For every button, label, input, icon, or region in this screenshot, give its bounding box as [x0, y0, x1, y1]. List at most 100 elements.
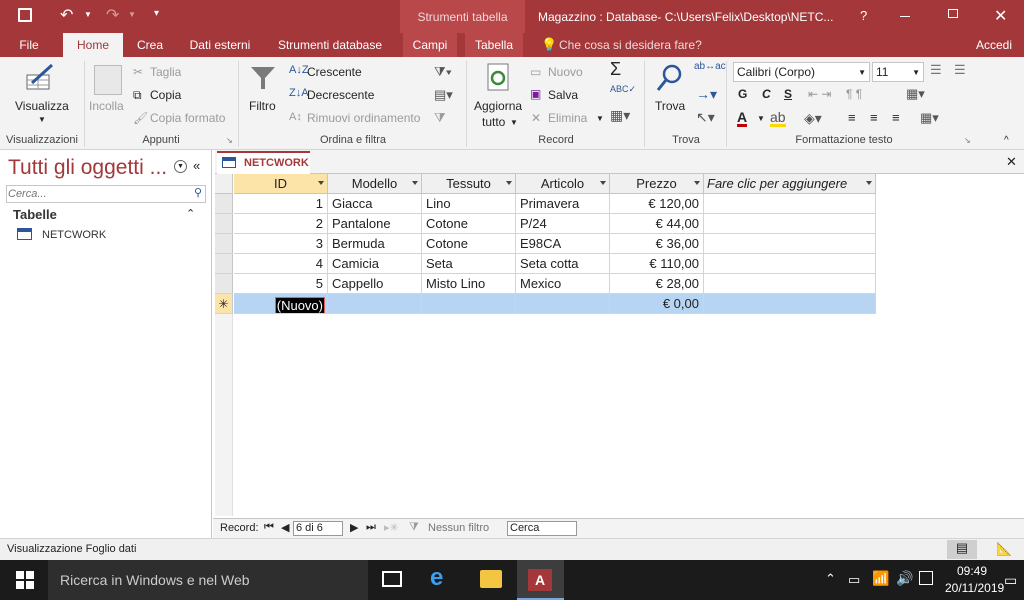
sort-descending-label[interactable]: Decrescente: [307, 88, 374, 102]
dialog-launcher-icon[interactable]: ↘: [226, 136, 233, 145]
selection-filter-icon[interactable]: ⧩▾: [434, 64, 452, 80]
refresh-all-icon[interactable]: [486, 63, 512, 93]
view-dropdown-icon[interactable]: ▼: [38, 115, 46, 124]
collapse-ribbon-icon[interactable]: ^: [1004, 135, 1009, 146]
font-color-dropdown-icon[interactable]: ▼: [757, 114, 765, 123]
view-datasheet-icon[interactable]: [24, 63, 58, 91]
nav-menu-icon[interactable]: ▼: [174, 160, 187, 173]
wifi-icon[interactable]: 📶: [872, 570, 889, 587]
paragraph-icon[interactable]: ¶ ¶: [846, 87, 862, 101]
column-header-id[interactable]: ID: [234, 174, 328, 194]
cell-empty[interactable]: [704, 214, 876, 234]
show-hidden-icons-icon[interactable]: ⌃: [825, 571, 836, 587]
cell-id[interactable]: 4: [234, 254, 328, 274]
align-right-icon[interactable]: ≡: [892, 110, 900, 125]
fill-color-icon[interactable]: ◈▾: [804, 110, 822, 127]
notifications-icon[interactable]: ▭: [1004, 572, 1017, 589]
gridlines-icon[interactable]: ▦▾: [906, 86, 925, 102]
more-records-icon[interactable]: ▦▾: [610, 107, 630, 124]
save-icon[interactable]: [18, 8, 32, 22]
spelling-icon[interactable]: ABC✓: [610, 84, 636, 95]
cell-tessuto[interactable]: Lino: [422, 194, 516, 214]
save-record-label[interactable]: Salva: [548, 88, 578, 102]
copy-icon[interactable]: ⧉: [133, 88, 142, 103]
filter-status-icon[interactable]: ⧩: [409, 521, 419, 534]
cell-tessuto[interactable]: Cotone: [422, 234, 516, 254]
cell-articolo-new[interactable]: [516, 294, 610, 314]
next-record-icon[interactable]: ▶: [350, 521, 358, 534]
collapse-section-icon[interactable]: ⌃: [186, 207, 195, 220]
record-search-field[interactable]: Cerca: [507, 521, 577, 536]
tab-file[interactable]: File: [0, 33, 58, 57]
record-selector[interactable]: [215, 214, 233, 234]
new-record-icon[interactable]: ✳: [215, 294, 233, 314]
view-button-label[interactable]: Visualizza: [15, 99, 69, 113]
input-language-icon[interactable]: [919, 571, 933, 585]
current-record-field[interactable]: 6 di 6: [293, 521, 343, 536]
previous-record-icon[interactable]: ◀: [281, 521, 289, 534]
cell-prezzo[interactable]: € 110,00: [610, 254, 704, 274]
cell-modello[interactable]: Bermuda: [328, 234, 422, 254]
undo-icon[interactable]: ↶: [60, 5, 73, 25]
taskbar-date[interactable]: 20/11/2019: [945, 581, 1004, 595]
italic-icon[interactable]: C: [762, 87, 771, 101]
taskbar-time[interactable]: 09:49: [952, 564, 992, 578]
nav-search-input[interactable]: [8, 187, 186, 201]
cell-empty[interactable]: [704, 234, 876, 254]
refresh-all-label[interactable]: Aggiorna: [474, 99, 522, 113]
cell-articolo[interactable]: E98CA: [516, 234, 610, 254]
access-taskbar-button[interactable]: A: [517, 560, 564, 600]
close-document-icon[interactable]: ✕: [1006, 154, 1017, 170]
cell-articolo[interactable]: Seta cotta: [516, 254, 610, 274]
chevron-down-icon[interactable]: [694, 181, 700, 185]
cell-articolo[interactable]: Mexico: [516, 274, 610, 294]
advanced-filter-icon[interactable]: ▤▾: [434, 87, 453, 103]
tab-strumenti-database[interactable]: Strumenti database: [268, 33, 392, 57]
column-header-tessuto[interactable]: Tessuto: [422, 174, 516, 194]
chevron-down-icon[interactable]: [600, 181, 606, 185]
file-explorer-icon[interactable]: [480, 570, 502, 588]
column-header-articolo[interactable]: Articolo: [516, 174, 610, 194]
alternate-row-color-icon[interactable]: ▦▾: [920, 110, 939, 126]
help-button[interactable]: ?: [860, 8, 867, 23]
find-icon[interactable]: [656, 63, 684, 93]
cell-tessuto-new[interactable]: [422, 294, 516, 314]
record-selector[interactable]: [215, 274, 233, 294]
cell-empty[interactable]: [704, 274, 876, 294]
filter-status-label[interactable]: Nessun filtro: [428, 522, 489, 534]
chevron-down-icon[interactable]: [506, 181, 512, 185]
chevron-down-icon[interactable]: [318, 181, 324, 185]
cell-articolo[interactable]: Primavera: [516, 194, 610, 214]
nav-search-box[interactable]: ⚲: [6, 185, 206, 203]
save-record-icon[interactable]: ▣: [530, 87, 541, 101]
font-family-select[interactable]: Calibri (Corpo) ▼: [733, 62, 870, 82]
refresh-all-label-2[interactable]: tutto: [482, 115, 505, 129]
cell-tessuto[interactable]: Misto Lino: [422, 274, 516, 294]
cell-prezzo-new[interactable]: € 0,00: [610, 294, 704, 314]
nav-item-netcwork[interactable]: NETCWORK: [42, 229, 106, 241]
undo-dropdown-icon[interactable]: ▼: [84, 10, 92, 19]
go-to-icon[interactable]: →▾: [696, 86, 717, 103]
new-record-id[interactable]: (Nuovo): [274, 297, 325, 313]
tab-dati-esterni[interactable]: Dati esterni: [180, 33, 260, 57]
align-left-icon[interactable]: ≡: [848, 110, 856, 125]
sort-ascending-label[interactable]: Crescente: [307, 65, 362, 79]
cell-empty[interactable]: [704, 194, 876, 214]
font-color-icon[interactable]: A: [737, 110, 748, 127]
cell-prezzo[interactable]: € 44,00: [610, 214, 704, 234]
cell-id[interactable]: 5: [234, 274, 328, 294]
record-selector[interactable]: [215, 254, 233, 274]
task-view-icon[interactable]: [382, 571, 402, 587]
cell-prezzo[interactable]: € 36,00: [610, 234, 704, 254]
indent-icon[interactable]: ⇤ ⇥: [808, 87, 831, 101]
ribbon-display-icon[interactable]: [900, 16, 910, 17]
select-icon[interactable]: ↖▾: [696, 109, 715, 126]
datasheet-view-icon[interactable]: ▤: [947, 540, 977, 559]
find-button-label[interactable]: Trova: [655, 99, 685, 113]
underline-icon[interactable]: S: [784, 87, 792, 101]
totals-icon[interactable]: Σ: [610, 59, 621, 80]
cell-prezzo[interactable]: € 28,00: [610, 274, 704, 294]
first-record-icon[interactable]: ⏮: [264, 521, 274, 534]
close-icon[interactable]: ✕: [994, 6, 1007, 26]
restore-icon[interactable]: [948, 9, 958, 18]
